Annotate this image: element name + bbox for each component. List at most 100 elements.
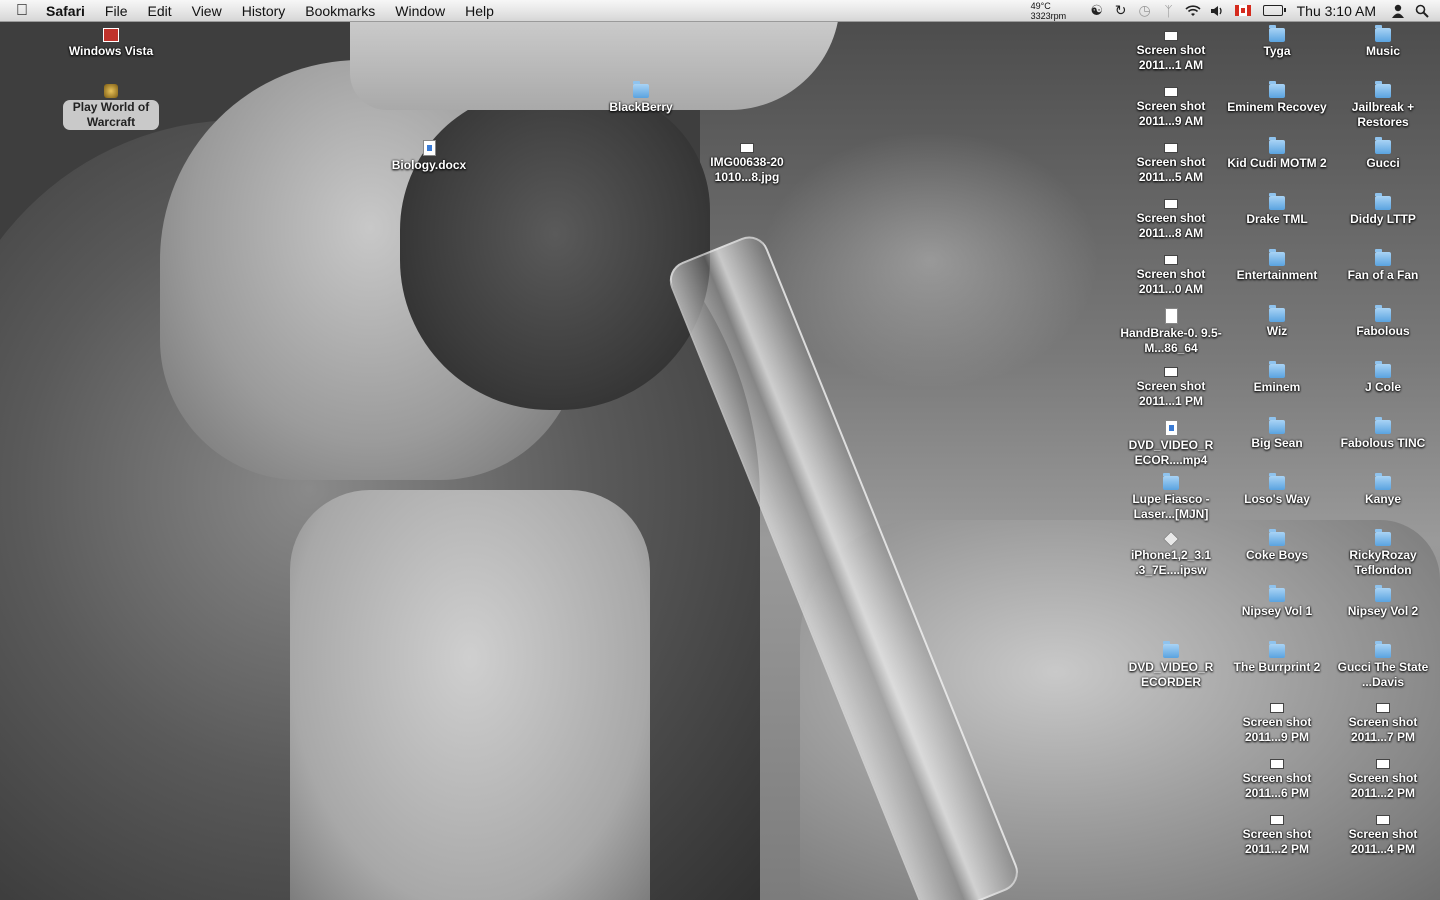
menu-bookmarks[interactable]: Bookmarks — [295, 0, 385, 22]
volume-icon[interactable] — [1205, 0, 1229, 21]
warcraft-app-icon — [104, 84, 118, 98]
desktop-icon[interactable]: Fan of a Fan — [1328, 249, 1438, 283]
folder-icon — [1375, 417, 1391, 434]
desktop-icon[interactable]: Loso's Way — [1222, 473, 1332, 507]
desktop-icon[interactable]: Music — [1328, 25, 1438, 59]
folder-icon — [1375, 305, 1391, 322]
desktop-icon[interactable]: Screen shot 2011...2 PM — [1222, 812, 1332, 857]
screenshot-file-icon — [1164, 367, 1178, 377]
desktop-icon-play-world-of-warcraft[interactable]: Play World of Warcraft — [56, 84, 166, 131]
desktop-icon[interactable]: Lupe Fiasco - Laser...[MJN] — [1116, 473, 1226, 522]
desktop-icon[interactable]: Kid Cudi MOTM 2 — [1222, 137, 1332, 171]
desktop-icon[interactable]: Nipsey Vol 1 — [1222, 585, 1332, 619]
desktop-icon-blackberry[interactable]: BlackBerry — [586, 81, 696, 115]
desktop-icon-windows-vista[interactable]: Windows Vista — [56, 28, 166, 59]
desktop-icon[interactable]: Gucci The State ...Davis — [1328, 641, 1438, 690]
folder-icon — [1269, 137, 1285, 154]
desktop-icon-label: Screen shot 2011...1 AM — [1136, 43, 1206, 72]
desktop-icon-label: Screen shot 2011...1 PM — [1136, 379, 1206, 408]
folder-icon — [1269, 249, 1285, 266]
desktop-icon[interactable]: Entertainment — [1222, 249, 1332, 283]
user-icon[interactable] — [1386, 0, 1410, 21]
screenshot-file-icon — [1270, 815, 1284, 825]
desktop-icon[interactable]: Screen shot 2011...9 PM — [1222, 700, 1332, 745]
desktop-icon[interactable]: J Cole — [1328, 361, 1438, 395]
menu-help[interactable]: Help — [455, 0, 504, 22]
desktop-icon-label: Screen shot 2011...9 PM — [1242, 715, 1312, 744]
desktop-icon-label: Drake TML — [1246, 212, 1308, 226]
desktop-icon-biology-docx[interactable]: Biology.docx — [374, 140, 484, 173]
desktop-icon-label: Tyga — [1263, 44, 1291, 58]
sync-icon[interactable]: ↻ — [1109, 0, 1133, 21]
desktop-icon[interactable]: Diddy LTTP — [1328, 193, 1438, 227]
folder-icon — [1375, 25, 1391, 42]
accessibility-icon[interactable]: ☯ — [1085, 0, 1109, 21]
screenshot-file-icon — [1270, 759, 1284, 769]
desktop-icon[interactable]: Kanye — [1328, 473, 1438, 507]
desktop-icon[interactable]: Screen shot 2011...4 PM — [1328, 812, 1438, 857]
menu-window[interactable]: Window — [385, 0, 455, 22]
screenshot-file-icon — [1376, 759, 1390, 769]
document-icon — [422, 140, 436, 156]
screenshot-file-icon — [1164, 87, 1178, 97]
desktop-icon[interactable]: Drake TML — [1222, 193, 1332, 227]
menu-view[interactable]: View — [182, 0, 232, 22]
wifi-icon[interactable] — [1181, 0, 1205, 21]
desktop-icon-label: IMG00638-20 1010...8.jpg — [710, 155, 784, 184]
desktop-icon[interactable]: Screen shot 2011...1 PM — [1116, 364, 1226, 409]
wallpaper-smoke — [760, 130, 1100, 390]
desktop-icon[interactable]: Screen shot 2011...9 AM — [1116, 84, 1226, 129]
desktop-icon[interactable]: Fabolous TINC — [1328, 417, 1438, 451]
desktop-icon[interactable]: DVD_VIDEO_R ECORDER — [1116, 641, 1226, 690]
wallpaper-face — [400, 90, 710, 410]
bluetooth-icon[interactable]: ᛉ — [1157, 0, 1181, 21]
desktop-icon-label: Kanye — [1364, 492, 1402, 506]
menu-file[interactable]: File — [95, 0, 138, 22]
desktop-icon-label: BlackBerry — [609, 100, 673, 114]
screenshot-file-icon — [1376, 703, 1390, 713]
desktop-icon-label: Nipsey Vol 1 — [1241, 604, 1313, 618]
folder-icon — [1375, 529, 1391, 546]
desktop-icon-label: RickyRozay Teflondon — [1349, 548, 1417, 577]
time-machine-icon[interactable]: ◷ — [1133, 0, 1157, 21]
desktop-icon[interactable]: Nipsey Vol 2 — [1328, 585, 1438, 619]
desktop-icon[interactable]: Screen shot 2011...2 PM — [1328, 756, 1438, 801]
desktop-icon[interactable]: Screen shot 2011...1 AM — [1116, 28, 1226, 73]
folder-icon — [1375, 137, 1391, 154]
desktop-icon[interactable]: Eminem Recovey — [1222, 81, 1332, 115]
desktop-icon[interactable]: Big Sean — [1222, 417, 1332, 451]
desktop-icon-label: Fan of a Fan — [1347, 268, 1419, 282]
desktop-icon[interactable]: Screen shot 2011...0 AM — [1116, 252, 1226, 297]
desktop-icon[interactable]: The Burrprint 2 — [1222, 641, 1332, 675]
app-menu-safari[interactable]: Safari — [44, 0, 95, 22]
apple-menu-icon[interactable]:  — [0, 0, 44, 22]
menu-clock[interactable]: Thu 3:10 AM — [1289, 3, 1386, 19]
desktop-icon[interactable]: Screen shot 2011...7 PM — [1328, 700, 1438, 745]
temperature-monitor[interactable]: 49°C 3323rpm — [1031, 1, 1075, 21]
desktop-icon[interactable]: Tyga — [1222, 25, 1332, 59]
menu-history[interactable]: History — [232, 0, 296, 22]
desktop-icon[interactable]: Eminem — [1222, 361, 1332, 395]
desktop-icon-label: DVD_VIDEO_R ECOR....mp4 — [1128, 438, 1214, 467]
desktop-icon[interactable]: Gucci — [1328, 137, 1438, 171]
desktop-icon[interactable]: Coke Boys — [1222, 529, 1332, 563]
spotlight-search-icon[interactable] — [1410, 0, 1434, 21]
desktop-icon[interactable]: HandBrake-0. 9.5-M...86_64 — [1116, 308, 1226, 356]
menu-edit[interactable]: Edit — [137, 0, 181, 22]
desktop-icon-img00638[interactable]: IMG00638-20 1010...8.jpg — [692, 140, 802, 185]
desktop-icon[interactable]: Screen shot 2011...6 PM — [1222, 756, 1332, 801]
folder-icon — [1269, 417, 1285, 434]
desktop-icon[interactable]: Wiz — [1222, 305, 1332, 339]
desktop-icon[interactable]: DVD_VIDEO_R ECOR....mp4 — [1116, 420, 1226, 468]
desktop-icon[interactable]: Screen shot 2011...5 AM — [1116, 140, 1226, 185]
battery-icon[interactable] — [1262, 5, 1286, 16]
desktop-icon[interactable]: RickyRozay Teflondon — [1328, 529, 1438, 578]
folder-icon — [1269, 25, 1285, 42]
desktop-icon[interactable]: Jailbreak + Restores — [1328, 81, 1438, 130]
desktop-icon[interactable]: Fabolous — [1328, 305, 1438, 339]
desktop-icon[interactable]: iPhone1,2_3.1 .3_7E....ipsw — [1116, 531, 1226, 578]
folder-icon — [1375, 193, 1391, 210]
folder-icon — [633, 81, 649, 98]
desktop-icon[interactable]: Screen shot 2011...8 AM — [1116, 196, 1226, 241]
canada-flag-input-icon[interactable] — [1234, 5, 1251, 16]
